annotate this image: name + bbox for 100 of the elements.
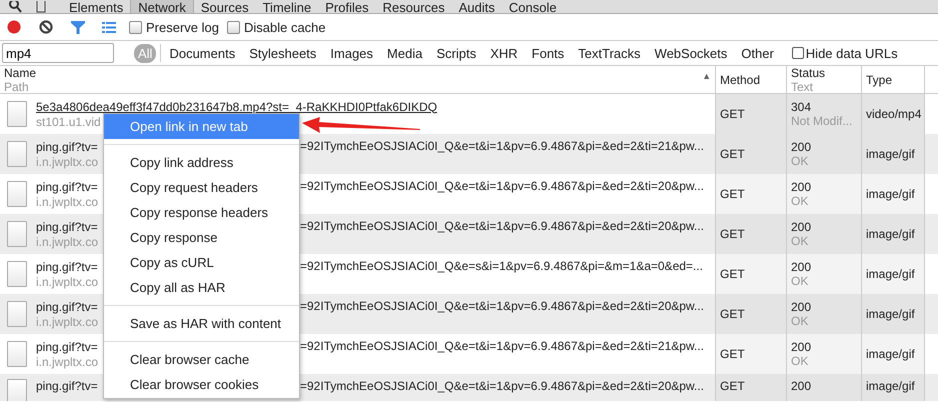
- sort-indicator[interactable]: ▲: [702, 69, 711, 83]
- type-filter[interactable]: Stylesheets: [245, 44, 320, 62]
- panel-tab[interactable]: Audits: [452, 0, 502, 13]
- search-icon[interactable]: [8, 1, 22, 13]
- request-name[interactable]: =92ITymchEeOSJSIACi0I_Q&e=t&i=1&pv=6.9.4867&pi=&ed=2&ti=21&pw...: [300, 139, 704, 153]
- type-filter[interactable]: Scripts: [432, 44, 480, 62]
- status-code: 200: [791, 260, 812, 274]
- column-subheader: Text: [791, 80, 814, 93]
- type-filter[interactable]: Fonts: [528, 44, 568, 62]
- request-path: i.n.jwpltx.co: [36, 234, 98, 248]
- table-cell: GET: [720, 147, 745, 161]
- type-filter[interactable]: Other: [737, 44, 778, 62]
- request-path: st101.u1.vid: [36, 114, 101, 128]
- table-cell: image/gif: [866, 227, 915, 241]
- status-code: 200: [791, 340, 812, 354]
- column-header[interactable]: Status: [791, 66, 826, 80]
- request-name[interactable]: ping.gif?tv=: [36, 180, 98, 194]
- request-name[interactable]: =92ITymchEeOSJSIACi0I_Q&e=t&i=1&pv=6.9.4867&pi=&ed=2&ti=20&pw...: [300, 179, 704, 193]
- file-icon: [7, 141, 27, 167]
- request-name[interactable]: =92ITymchEeOSJSIACi0I_Q&e=s&i=1&pv=6.9.4867&pi=&m=1&a=0&ed=...: [300, 259, 703, 273]
- request-path: i.n.jwpltx.co: [36, 194, 98, 208]
- status-text: OK: [791, 154, 808, 168]
- column-header[interactable]: Name: [4, 66, 36, 80]
- type-filter[interactable]: Documents: [165, 44, 240, 62]
- request-name[interactable]: ping.gif?tv=: [36, 220, 98, 234]
- status-code: 200: [791, 180, 812, 194]
- list-view-icon[interactable]: [102, 22, 116, 32]
- filter-field[interactable]: mp4: [2, 43, 114, 63]
- panel-tab[interactable]: Elements: [62, 0, 130, 13]
- table-cell: GET: [720, 267, 745, 281]
- checkbox[interactable]: [129, 20, 142, 34]
- request-name[interactable]: ping.gif?tv=: [36, 379, 98, 393]
- menu-item[interactable]: Open link in new tab: [104, 114, 299, 139]
- status-code: 200: [791, 300, 812, 314]
- request-name[interactable]: ping.gif?tv=: [36, 300, 98, 314]
- type-filter[interactable]: XHR: [486, 44, 522, 62]
- file-icon: [7, 181, 27, 207]
- status-code: 200: [791, 220, 812, 234]
- menu-item[interactable]: Copy link address: [104, 150, 299, 175]
- panel-tab[interactable]: Resources: [376, 0, 452, 13]
- clear-icon[interactable]: [39, 20, 53, 34]
- table-cell: GET: [720, 227, 745, 241]
- file-icon: [7, 101, 27, 127]
- checkbox-label: Hide data URLs: [806, 46, 898, 60]
- table-cell: GET: [720, 107, 745, 121]
- menu-item[interactable]: Copy request headers: [104, 175, 299, 200]
- filter-icon[interactable]: [71, 20, 85, 34]
- request-path: i.n.jwpltx.co: [36, 154, 98, 168]
- table-cell: image/gif: [866, 379, 915, 393]
- type-filter[interactable]: TextTracks: [574, 44, 645, 62]
- request-name[interactable]: 5e3a4806dea49eff3f47dd0b231647b8.mp4?st=_4-RaKKHDI0Ptfak6DIKDQ: [36, 100, 438, 114]
- table-cell: GET: [720, 187, 745, 201]
- menu-item[interactable]: Clear browser cache: [104, 347, 299, 372]
- table-cell: image/gif: [866, 307, 915, 321]
- menu-item[interactable]: Clear browser cookies: [104, 372, 299, 397]
- panel-tab[interactable]: Network: [130, 0, 194, 13]
- type-filter[interactable]: Media: [383, 44, 426, 62]
- table-cell: GET: [720, 379, 745, 393]
- table-cell: image/gif: [866, 147, 915, 161]
- request-name[interactable]: =92ITymchEeOSJSIACi0I_Q&e=t&i=1&pv=6.9.4867&pi=&ed=2&ti=21&pw...: [300, 339, 704, 353]
- request-path: i.n.jwpltx.co: [36, 274, 98, 288]
- checkbox[interactable]: [226, 20, 240, 34]
- status-code: 304: [791, 100, 812, 114]
- table-cell: image/gif: [866, 187, 915, 201]
- status-text: OK: [791, 354, 808, 368]
- menu-item[interactable]: Save as HAR with content: [104, 311, 299, 336]
- panel-tab[interactable]: Sources: [194, 0, 256, 13]
- request-name[interactable]: =92ITymchEeOSJSIACi0I_Q&e=t&i=1&pv=6.9.4867&pi=&ed=2&ti=20&pw...: [300, 379, 704, 393]
- file-icon: [7, 261, 27, 287]
- request-path: i.n.jwpltx.co: [36, 354, 98, 368]
- status-text: OK: [791, 274, 808, 288]
- checkbox[interactable]: [792, 47, 804, 59]
- record-button[interactable]: [7, 20, 21, 34]
- file-icon: [7, 379, 27, 401]
- request-name[interactable]: ping.gif?tv=: [36, 140, 98, 154]
- status-code: 200: [791, 140, 812, 154]
- type-filter[interactable]: WebSockets: [650, 44, 732, 62]
- column-header[interactable]: Type: [866, 72, 892, 86]
- menu-item[interactable]: Copy all as HAR: [104, 275, 299, 300]
- table-cell: GET: [720, 347, 745, 361]
- checkbox-label: Disable cache: [244, 20, 326, 34]
- panel-tab[interactable]: Console: [502, 0, 564, 13]
- type-filter[interactable]: Images: [326, 44, 378, 62]
- menu-item[interactable]: Copy as cURL: [104, 250, 299, 275]
- table-cell: GET: [720, 307, 745, 321]
- request-name[interactable]: ping.gif?tv=: [36, 340, 98, 354]
- table-cell: image/gif: [866, 267, 915, 281]
- panel-tab[interactable]: Timeline: [256, 0, 318, 13]
- mobile-device-icon[interactable]: [36, 1, 46, 13]
- menu-item[interactable]: Copy response: [104, 225, 299, 250]
- status-text: OK: [791, 234, 808, 248]
- menu-item[interactable]: Copy response headers: [104, 200, 299, 225]
- column-subheader: Path: [4, 80, 29, 93]
- panel-tab[interactable]: Profiles: [318, 0, 376, 13]
- file-icon: [7, 221, 27, 247]
- status-code: 200: [791, 379, 812, 393]
- column-header[interactable]: Method: [720, 72, 760, 86]
- request-name[interactable]: =92ITymchEeOSJSIACi0I_Q&e=t&i=1&pv=6.9.4867&pi=&ed=2&ti=20&pw...: [300, 219, 704, 233]
- request-name[interactable]: ping.gif?tv=: [36, 260, 98, 274]
- request-name[interactable]: =92ITymchEeOSJSIACi0I_Q&e=t&i=1&pv=6.9.4867&pi=&ed=2&ti=20&pw...: [300, 299, 704, 313]
